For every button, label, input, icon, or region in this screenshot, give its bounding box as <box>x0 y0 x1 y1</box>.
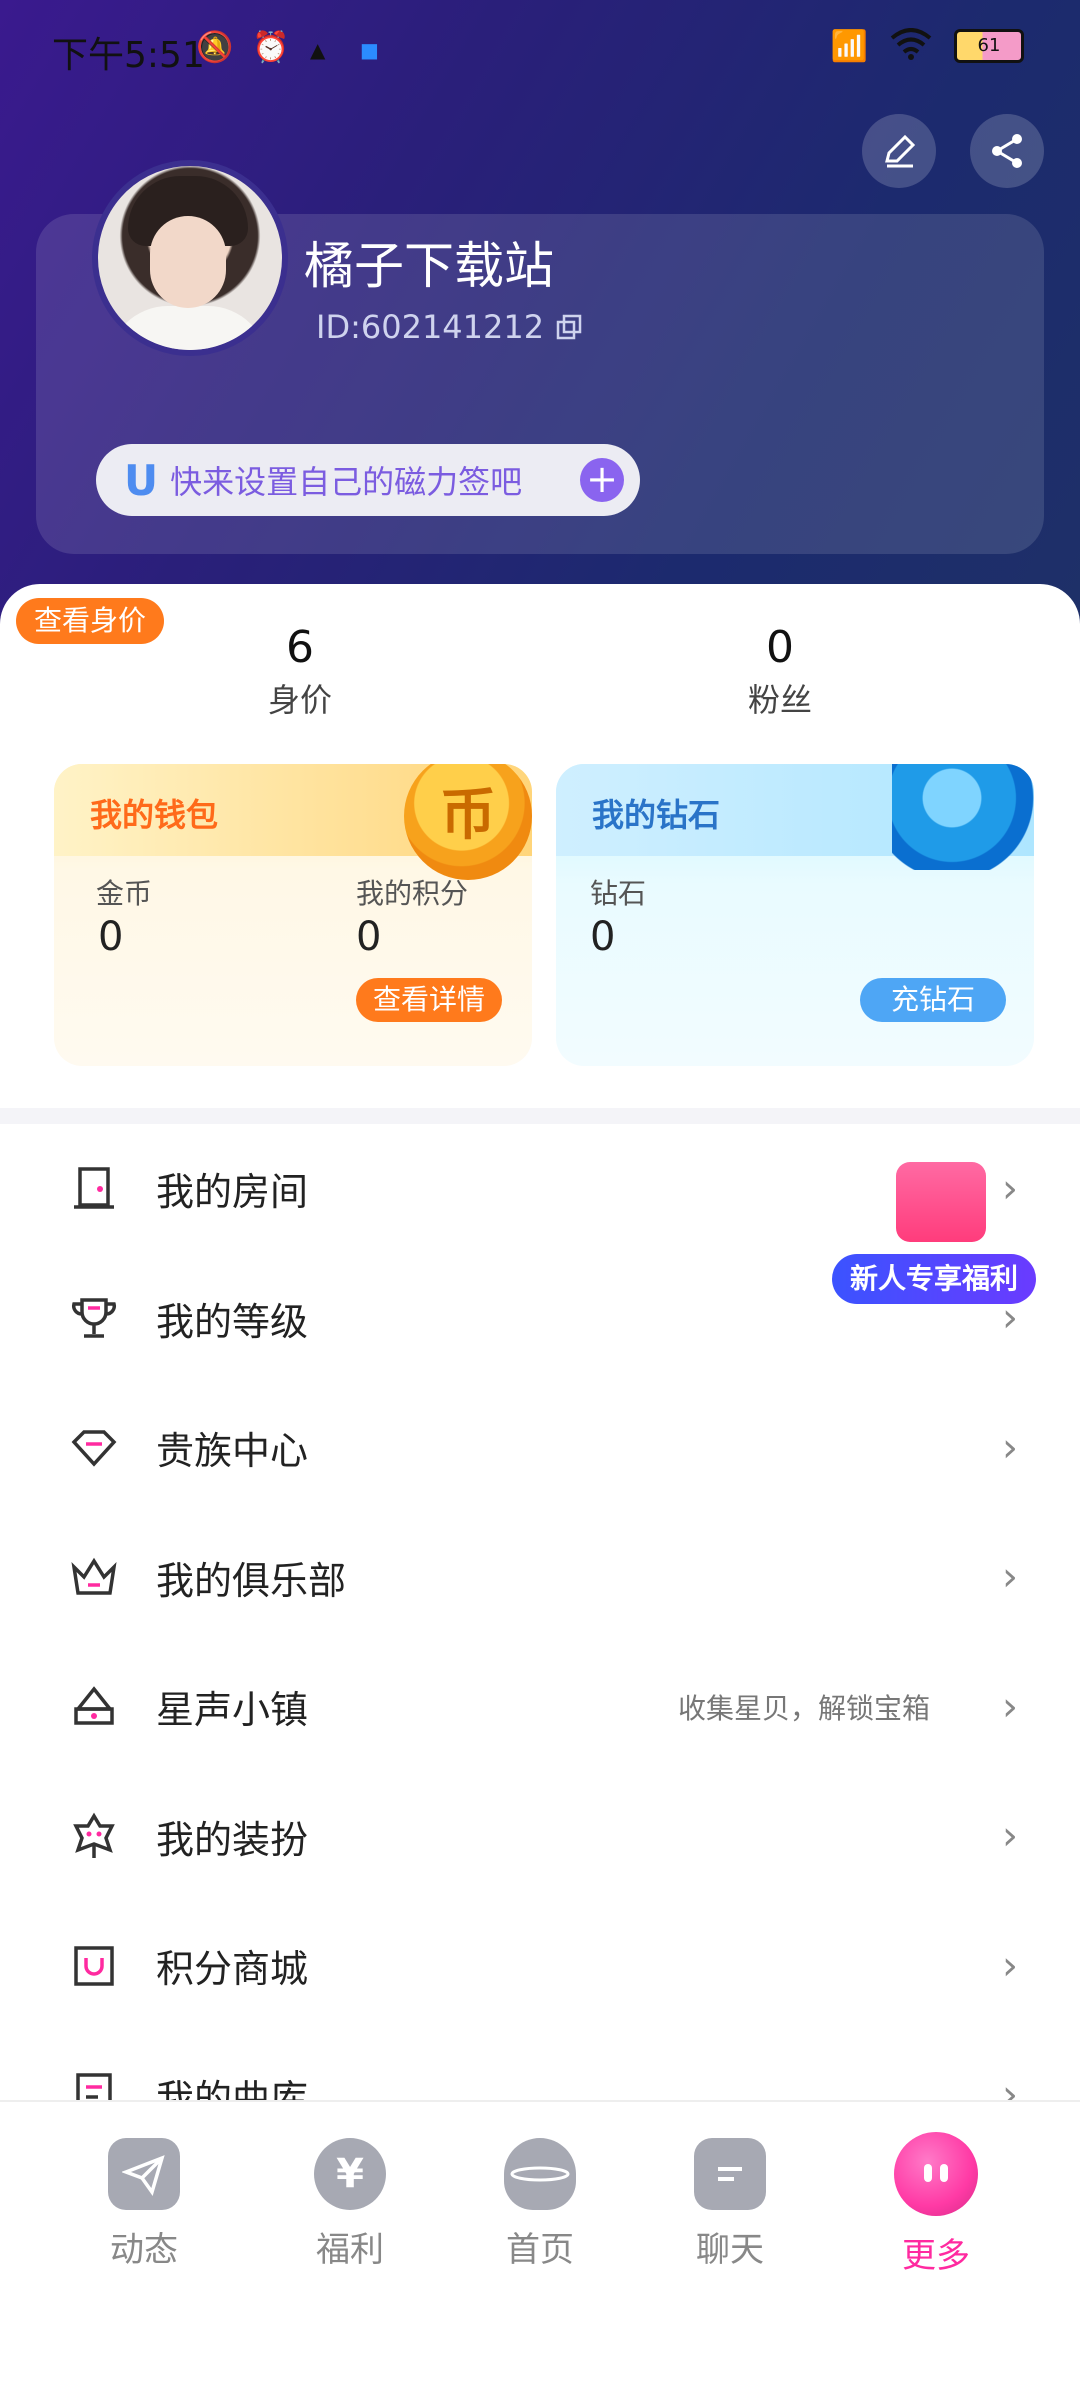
tagline-text: 快来设置自己的磁力签吧 <box>170 463 523 501</box>
diamond-label: 钻石 <box>590 877 647 910</box>
chevron-right-icon: › <box>1002 1942 1018 1989</box>
menu-label: 我的俱乐部 <box>156 1558 347 1603</box>
paper-plane-icon <box>108 2138 180 2210</box>
tab-label: 聊天 <box>696 2230 764 2270</box>
menu-label: 我的等级 <box>156 1299 309 1344</box>
diamond-card[interactable]: 我的钻石 钻石 0 充钻石 <box>556 764 1034 1066</box>
bottom-tab-bar: 动态 ¥ 福利 首页 聊天 更多 <box>0 2100 1080 2402</box>
edit-profile-button[interactable] <box>862 114 936 188</box>
menu-label: 星声小镇 <box>156 1688 309 1733</box>
tab-chat[interactable]: 聊天 <box>660 2138 800 2271</box>
share-button[interactable] <box>970 114 1044 188</box>
menu-label: 我的房间 <box>156 1170 309 1215</box>
stat-worth[interactable]: 6 身价 <box>200 622 400 721</box>
promo-label: 新人专享福利 <box>832 1254 1036 1304</box>
menu-item-noble-center[interactable]: 贵族中心 › <box>0 1383 1080 1513</box>
diamond-value: 0 <box>590 914 616 960</box>
gift-icon <box>896 1162 986 1242</box>
stat-value: 6 <box>286 622 314 673</box>
chevron-right-icon: › <box>1002 1813 1018 1860</box>
recharge-diamond-button[interactable]: 充钻石 <box>860 978 1006 1022</box>
user-id: ID:602141212 <box>316 308 545 346</box>
diamond-icon <box>892 764 1034 870</box>
pencil-icon <box>885 134 916 168</box>
trophy-icon <box>66 1290 122 1346</box>
gold-value: 0 <box>98 914 124 960</box>
gem-icon <box>66 1420 122 1476</box>
flower-icon <box>66 1808 122 1864</box>
menu-label: 我的装扮 <box>156 1817 309 1862</box>
tab-home[interactable]: 首页 <box>470 2138 610 2271</box>
app-notification-icon: ▲ <box>310 38 326 62</box>
tab-label: 福利 <box>316 2230 384 2270</box>
mute-icon: 🔕 <box>196 30 234 65</box>
tab-label: 首页 <box>506 2230 574 2270</box>
section-divider <box>0 1108 1080 1124</box>
stat-label: 身价 <box>267 681 332 719</box>
wallet-title: 我的钱包 <box>90 796 219 834</box>
menu-label: 积分商城 <box>156 1947 309 1992</box>
app-notification-icon: ■ <box>360 38 379 62</box>
status-time: 下午5:51 <box>52 35 205 76</box>
view-details-button[interactable]: 查看详情 <box>356 978 502 1022</box>
tab-moments[interactable]: 动态 <box>74 2138 214 2271</box>
signal-icon: 📶 <box>830 28 868 64</box>
menu-hint: 收集星贝，解锁宝箱 <box>677 1691 930 1725</box>
magnet-tag-button[interactable]: U 快来设置自己的磁力签吧 + <box>96 444 640 516</box>
share-icon <box>992 134 1022 168</box>
menu-item-star-town[interactable]: 星声小镇 收集星贝，解锁宝箱 › <box>0 1642 1080 1772</box>
points-label: 我的积分 <box>356 877 469 910</box>
planet-icon <box>504 2138 576 2210</box>
menu-item-my-outfit[interactable]: 我的装扮 › <box>0 1772 1080 1902</box>
copy-icon[interactable] <box>556 314 582 340</box>
menu-item-my-club[interactable]: 我的俱乐部 › <box>0 1513 1080 1643</box>
user-name: 橘子下载站 <box>304 237 554 295</box>
wifi-icon <box>890 28 932 64</box>
tab-label: 更多 <box>902 2236 970 2276</box>
tab-welfare[interactable]: ¥ 福利 <box>280 2138 420 2271</box>
yen-icon: ¥ <box>314 2138 386 2210</box>
chevron-right-icon: › <box>1002 1683 1018 1730</box>
plus-icon: + <box>580 458 624 502</box>
town-icon <box>66 1679 122 1735</box>
stat-fans[interactable]: 0 粉丝 <box>680 622 880 721</box>
chevron-right-icon: › <box>1002 1554 1018 1601</box>
stat-value: 0 <box>766 622 794 673</box>
wallet-card[interactable]: 我的钱包 币 金币 0 我的积分 0 查看详情 <box>54 764 532 1066</box>
diamond-title: 我的钻石 <box>592 796 721 834</box>
chat-icon <box>694 2138 766 2210</box>
status-right: 📶 61 <box>831 28 1024 64</box>
stat-label: 粉丝 <box>747 681 812 719</box>
menu-item-points-mall[interactable]: 积分商城 › <box>0 1901 1080 2031</box>
mascot-icon <box>894 2132 978 2216</box>
bag-icon <box>66 1938 122 1994</box>
tab-more[interactable]: 更多 <box>866 2132 1006 2277</box>
alarm-icon: ⏰ <box>252 30 290 65</box>
door-icon <box>66 1161 122 1217</box>
avatar[interactable] <box>92 160 288 356</box>
menu-label: 贵族中心 <box>156 1429 309 1474</box>
newbie-gift-banner[interactable]: 新人专享福利 <box>832 1162 1042 1312</box>
coin-icon: 币 <box>404 764 532 880</box>
battery-icon: 61 <box>954 29 1024 63</box>
points-value: 0 <box>356 914 382 960</box>
crown-icon <box>66 1549 122 1605</box>
magnet-icon: U <box>124 455 159 505</box>
status-bar: 下午5:51 🔕 ⏰ ▲ ■ 📶 61 <box>0 0 1080 100</box>
chevron-right-icon: › <box>1002 1424 1018 1471</box>
tab-label: 动态 <box>110 2230 178 2270</box>
gold-label: 金币 <box>96 877 153 910</box>
view-worth-badge[interactable]: 查看身价 <box>16 598 164 644</box>
